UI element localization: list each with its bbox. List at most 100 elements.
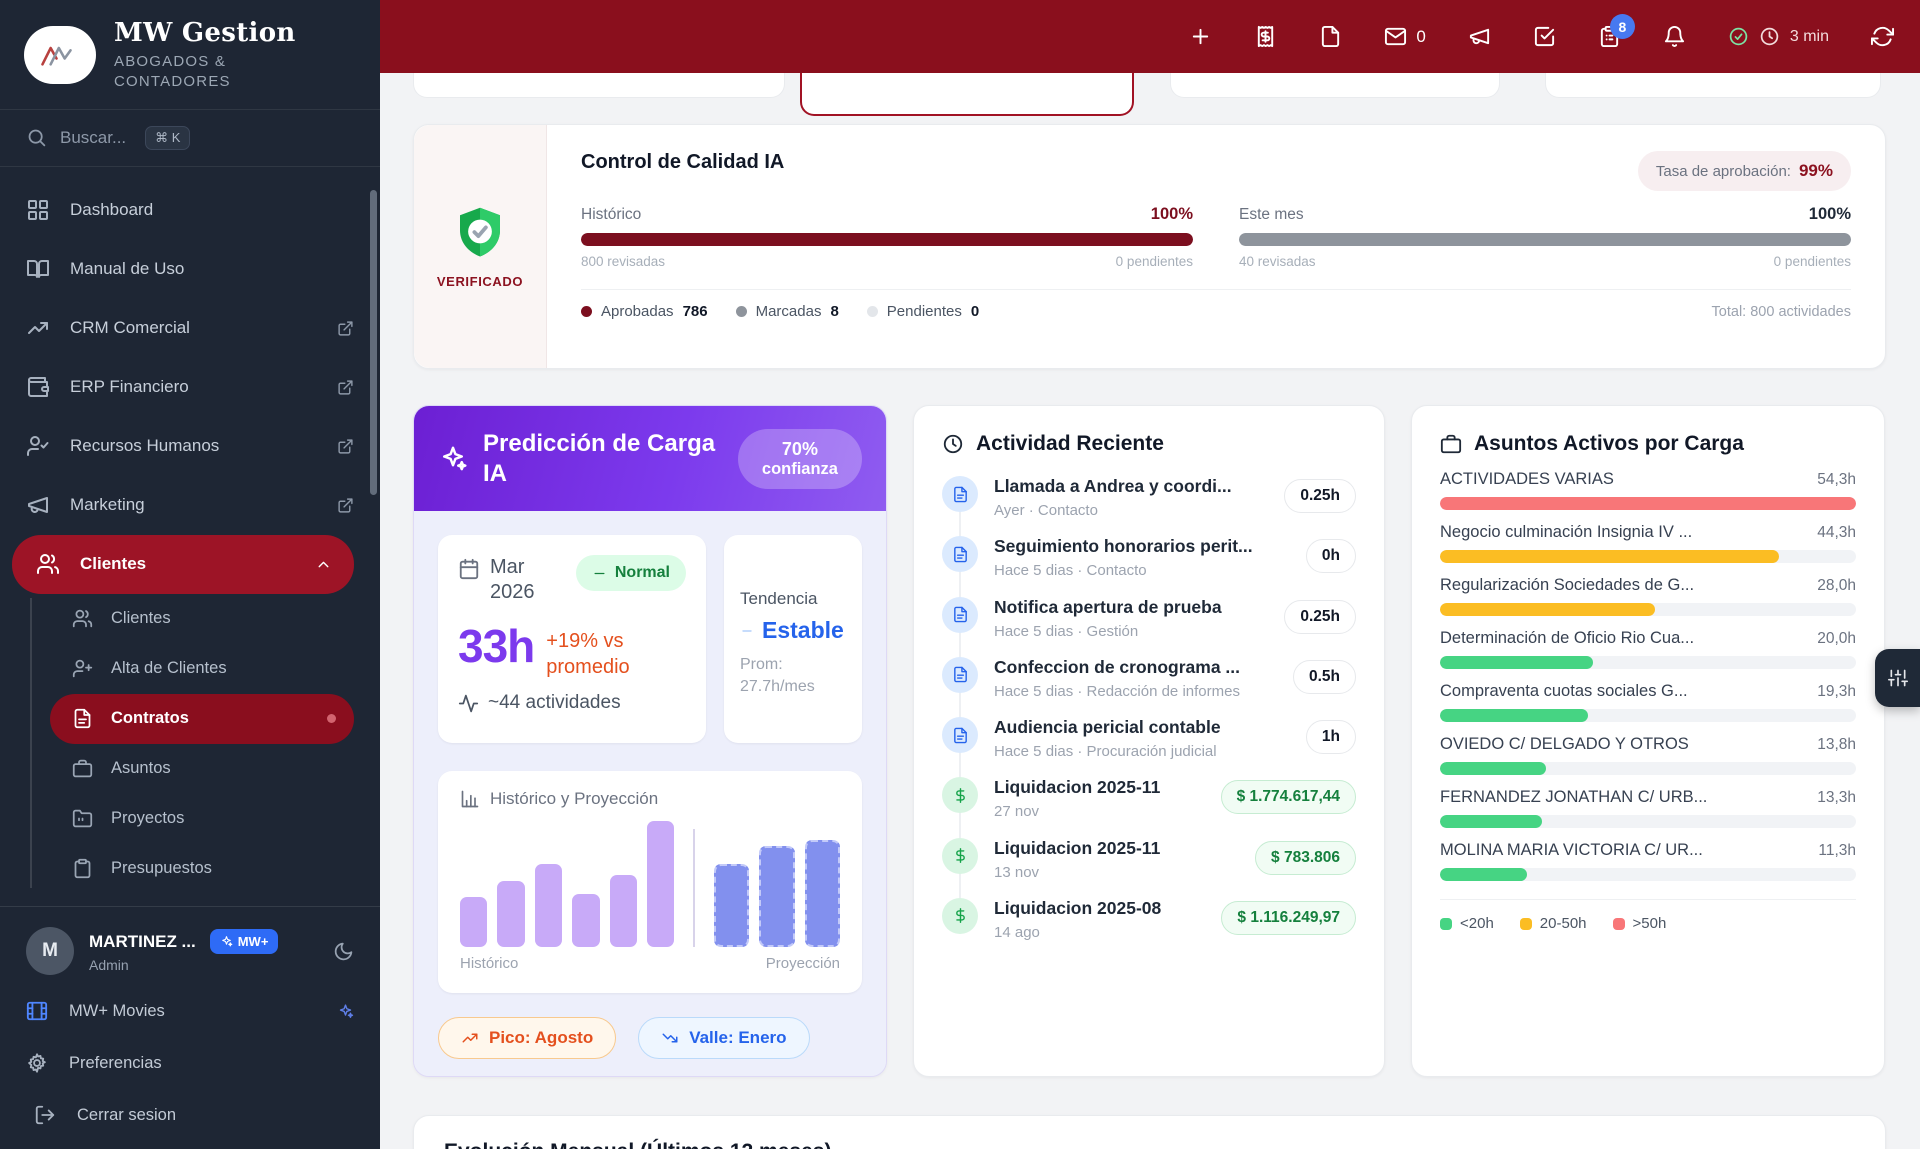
sidebar-item-cerrar-sesion[interactable]: Cerrar sesion [0,1089,380,1141]
sidebar-scrollbar[interactable] [370,190,377,495]
app-root: MW Gestion ABOGADOS & CONTADORES Buscar.… [0,0,1920,1149]
sparkles-icon [337,1003,354,1020]
chart-right-label: Proyección [766,955,840,972]
sidebar-item-clientes[interactable]: Clientes [12,535,354,594]
activity-item[interactable]: Seguimiento honorarios perit...Hace 5 di… [942,536,1356,581]
brand-title: MW Gestion [114,18,296,48]
sidebar-item-label: Manual de Uso [70,259,184,279]
trend-average: Prom: 27.7h/mes [740,654,846,699]
historical-bar [535,864,562,947]
projection-bar [805,840,840,947]
topbar-actions: 08 [1189,25,1685,48]
sidebar-subitem-clientes[interactable]: Clientes [0,594,380,644]
users-icon [72,608,93,629]
file-button[interactable] [1319,25,1342,48]
matter-row[interactable]: Negocio culminación Insignia IV ...44,3h [1440,523,1856,563]
trend-card: Tendencia Estable Prom: 27.7h/mes [724,535,862,743]
trending-up-icon [461,1029,479,1047]
receipt-button[interactable] [1254,25,1277,48]
activity-item[interactable]: Audiencia pericial contableHace 5 dias ·… [942,717,1356,762]
plus-button[interactable] [1189,25,1212,48]
forecast-month: Mar 2026 [490,555,535,605]
sidebar-item-preferencias[interactable]: Preferencias [0,1037,380,1089]
matter-row[interactable]: Determinación de Oficio Rio Cua...20,0h [1440,629,1856,669]
sidebar-subitem-label: Presupuestos [111,859,212,878]
refresh-button[interactable] [1871,25,1894,48]
check-square-icon [1533,25,1556,48]
dark-mode-toggle[interactable] [333,941,354,962]
legend-item-marcadas: Marcadas 8 [736,303,839,320]
partial-card[interactable] [1170,73,1500,98]
sidebar-footer-menu: MW+ MoviesPreferenciasCerrar sesion [0,985,380,1141]
clock-icon [1759,26,1780,47]
sidebar-subitem-contratos[interactable]: Contratos [50,694,354,744]
bell-button[interactable] [1663,25,1686,48]
activity-item-title: Liquidacion 2025-11 [994,777,1205,798]
user-profile[interactable]: M MARTINEZ ... MW+ Admin [0,921,380,985]
quality-control-card: VERIFICADO Control de Calidad IA Tasa de… [413,124,1886,369]
sidebar-subitem-proyectos[interactable]: Proyectos [0,794,380,844]
sidebar-item-manual-de-uso[interactable]: Manual de Uso [0,240,380,299]
megaphone-button[interactable] [1468,25,1491,48]
mwplus-badge[interactable]: MW+ [210,929,279,954]
matter-row[interactable]: Regularización Sociedades de G...28,0h [1440,576,1856,616]
gear-icon [26,1052,48,1074]
matter-progress-bar [1440,603,1856,616]
sidebar-subitem-presupuestos[interactable]: Presupuestos [0,844,380,894]
partial-card[interactable] [1545,73,1881,98]
folder-icon [72,808,93,829]
partial-card[interactable] [413,73,785,98]
sidebar-item-erp-financiero[interactable]: ERP Financiero [0,358,380,417]
column-percent: 100% [1151,205,1193,224]
sliders-icon [1888,668,1908,688]
side-panel-toggle[interactable] [1875,649,1920,707]
activity-item-title: Seguimiento honorarios perit... [994,536,1290,557]
sidebar-item-recursos-humanos[interactable]: Recursos Humanos [0,417,380,476]
activity-item[interactable]: Confeccion de cronograma ...Hace 5 dias … [942,657,1356,702]
activity-item[interactable]: Llamada a Andrea y coordi...Ayer · Conta… [942,476,1356,521]
matter-row[interactable]: FERNANDEZ JONATHAN C/ URB...13,3h [1440,788,1856,828]
search-shortcut: ⌘ K [145,126,190,150]
activity-item-meta: Ayer · Contacto [994,501,1244,521]
cards-row: Predicción de Carga IA 70% confianza [413,405,1886,1077]
book-icon [26,257,50,281]
sidebar-item-label: Dashboard [70,200,153,220]
matter-row[interactable]: Compraventa cuotas sociales G...19,3h [1440,682,1856,722]
activity-item[interactable]: Liquidacion 2025-1127 nov$ 1.774.617,44 [942,777,1356,822]
matter-label: Determinación de Oficio Rio Cua... [1440,629,1803,648]
external-icon [337,320,354,337]
peak-badge: Pico: Agosto [438,1017,616,1059]
matter-row[interactable]: OVIEDO C/ DELGADO Y OTROS13,8h [1440,735,1856,775]
activity-item[interactable]: Liquidacion 2025-0814 ago$ 1.116.249,97 [942,898,1356,943]
sidebar-subitem-asuntos[interactable]: Asuntos [0,744,380,794]
historical-bar [647,821,674,947]
activity-item-title: Notifica apertura de prueba [994,597,1268,618]
users-icon [36,552,60,576]
sidebar-subitem-alta-de-clientes[interactable]: Alta de Clientes [0,644,380,694]
legend-item-pendientes: Pendientes 0 [867,303,979,320]
external-icon [337,379,354,396]
activity-item[interactable]: Liquidacion 2025-1113 nov$ 783.806 [942,838,1356,883]
minus-icon [740,624,754,638]
search-input[interactable]: Buscar... ⌘ K [0,109,380,167]
sidebar-item-label: Marketing [70,495,145,515]
quality-total: Total: 800 actividades [1712,304,1851,320]
mail-count: 0 [1416,27,1425,47]
sidebar-item-crm-comercial[interactable]: CRM Comercial [0,299,380,358]
bell-icon [1663,25,1686,48]
column-label: Este mes [1239,206,1304,224]
activity-item[interactable]: Notifica apertura de pruebaHace 5 dias ·… [942,597,1356,642]
brand-logo [24,26,96,84]
sidebar-item-mw-movies[interactable]: MW+ Movies [0,985,380,1037]
clipboard-list-button[interactable]: 8 [1598,25,1621,48]
check-square-button[interactable] [1533,25,1556,48]
legend-dot [736,306,747,317]
partial-card-selected[interactable] [800,73,1134,116]
legend-item: 20-50h [1520,915,1587,932]
matter-row[interactable]: ACTIVIDADES VARIAS54,3h [1440,470,1856,510]
matter-row[interactable]: MOLINA MARIA VICTORIA C/ UR...11,3h [1440,841,1856,881]
sidebar-item-dashboard[interactable]: Dashboard [0,181,380,240]
mail-button[interactable]: 0 [1384,25,1425,48]
sidebar-item-marketing[interactable]: Marketing [0,476,380,535]
external-icon [337,497,354,514]
